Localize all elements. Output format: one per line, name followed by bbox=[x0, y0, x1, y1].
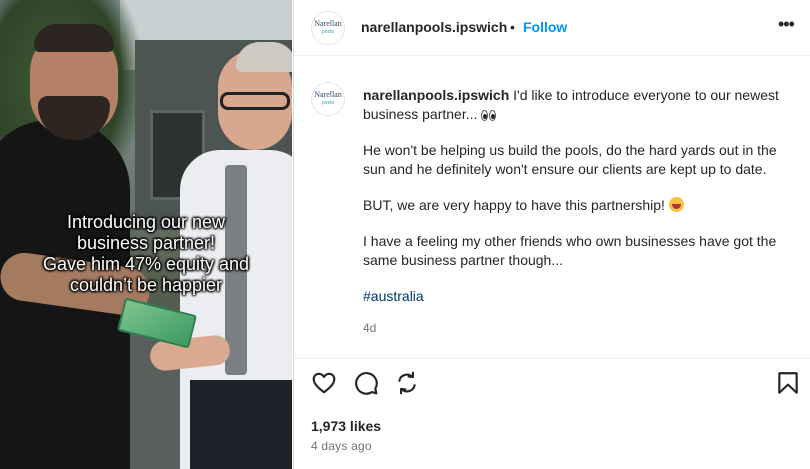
more-options-icon[interactable]: ••• bbox=[778, 14, 795, 35]
photo-man-right-hair bbox=[236, 42, 292, 72]
action-bar bbox=[294, 370, 810, 406]
photo-glasses bbox=[220, 92, 290, 110]
photo-man-right-pants bbox=[190, 380, 292, 469]
overlay-line: Gave him 47% equity and bbox=[42, 254, 250, 274]
caption-username[interactable]: narellanpools.ipswich bbox=[363, 87, 509, 103]
post-panel: Narellan pools narellanpools.ipswich • F… bbox=[293, 0, 810, 469]
share-icon[interactable] bbox=[394, 370, 420, 396]
eyes-emoji-icon bbox=[481, 110, 497, 121]
post-header: Narellan pools narellanpools.ipswich • F… bbox=[294, 0, 810, 56]
avatar[interactable]: Narellan pools bbox=[311, 11, 345, 45]
photo-man-left-hair bbox=[34, 24, 114, 52]
image-caption-overlay: Introducing our new business partner! Ga… bbox=[10, 212, 282, 296]
heart-icon[interactable] bbox=[311, 370, 337, 396]
overlay-line: Introducing our new bbox=[66, 212, 226, 232]
laughing-emoji-icon bbox=[668, 197, 684, 212]
hashtag-link[interactable]: #australia bbox=[363, 288, 424, 304]
caption-area: Narellan pools narellanpools.ipswich I'd… bbox=[294, 56, 810, 359]
caption-paragraph: BUT, we are very happy to have this part… bbox=[363, 197, 665, 213]
caption-paragraph: I have a feeling my other friends who ow… bbox=[363, 233, 777, 268]
overlay-line: couldn’t be happier bbox=[69, 275, 223, 295]
post-date: 4 days ago bbox=[311, 439, 372, 453]
caption-paragraph: He won't be helping us build the pools, … bbox=[363, 142, 777, 177]
post-caption: narellanpools.ipswich I'd like to introd… bbox=[363, 86, 803, 338]
caption-avatar[interactable]: Narellan pools bbox=[311, 82, 345, 116]
brand-logo: Narellan pools bbox=[314, 90, 342, 107]
likes-count[interactable]: 1,973 likes bbox=[311, 418, 381, 434]
bookmark-icon[interactable] bbox=[775, 370, 801, 396]
caption-timestamp: 4d bbox=[363, 321, 377, 335]
follow-button[interactable]: Follow bbox=[523, 19, 567, 35]
overlay-line: business partner! bbox=[76, 233, 216, 253]
header-username[interactable]: narellanpools.ipswich bbox=[361, 19, 507, 35]
post-image[interactable]: Introducing our new business partner! Ga… bbox=[0, 0, 292, 469]
separator-dot: • bbox=[510, 19, 515, 35]
brand-logo: Narellan pools bbox=[314, 19, 342, 36]
comment-icon[interactable] bbox=[353, 370, 379, 396]
